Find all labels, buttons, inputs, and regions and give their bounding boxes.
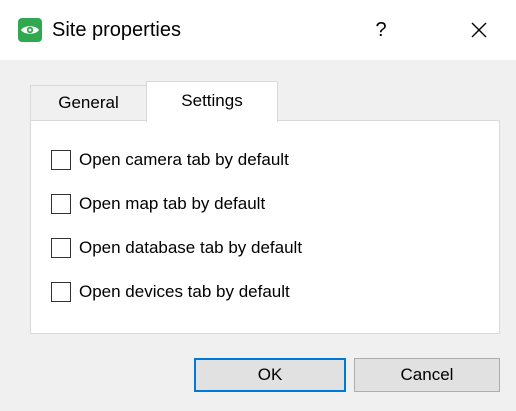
tab-settings[interactable]: Settings xyxy=(146,81,278,122)
help-button[interactable]: ? xyxy=(364,14,398,46)
close-icon xyxy=(471,22,487,38)
option-open-database-tab[interactable]: Open database tab by default xyxy=(51,235,302,261)
open-map-tab-label: Open map tab by default xyxy=(79,194,266,213)
open-camera-tab-checkbox[interactable] xyxy=(51,150,71,170)
eye-icon xyxy=(18,18,42,42)
close-button[interactable] xyxy=(462,14,496,46)
dialog-body: General Settings Open camera tab by defa… xyxy=(0,60,516,411)
window-title: Site properties xyxy=(52,19,181,41)
cancel-button[interactable]: Cancel xyxy=(354,358,500,392)
open-map-tab-checkbox[interactable] xyxy=(51,194,71,214)
open-database-tab-label: Open database tab by default xyxy=(79,238,303,257)
option-open-map-tab[interactable]: Open map tab by default xyxy=(51,191,265,217)
site-properties-dialog: Site properties ? General Settings Open … xyxy=(0,0,516,411)
ok-button[interactable]: OK xyxy=(194,358,346,392)
settings-panel: Open camera tab by default Open map tab … xyxy=(30,120,500,334)
open-devices-tab-checkbox[interactable] xyxy=(51,282,71,302)
open-devices-tab-label: Open devices tab by default xyxy=(79,282,290,301)
option-open-devices-tab[interactable]: Open devices tab by default xyxy=(51,279,290,305)
option-open-camera-tab[interactable]: Open camera tab by default xyxy=(51,147,289,173)
open-database-tab-checkbox[interactable] xyxy=(51,238,71,258)
title-bar: Site properties ? xyxy=(0,0,516,60)
open-camera-tab-label: Open camera tab by default xyxy=(79,150,289,169)
tab-strip: General Settings xyxy=(30,81,500,122)
tab-general[interactable]: General xyxy=(30,85,147,121)
